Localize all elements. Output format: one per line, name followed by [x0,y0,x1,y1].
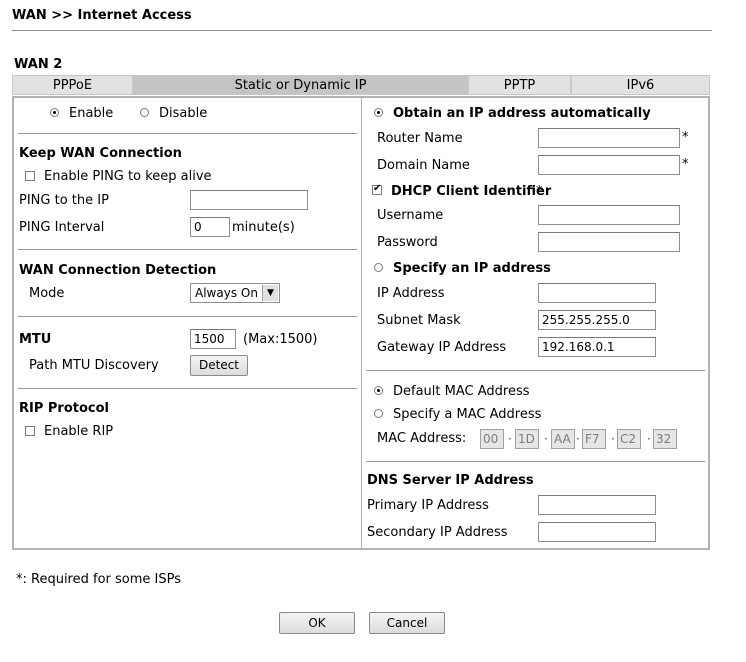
specify-ip-radio[interactable] [374,263,383,272]
secondary-dns-input[interactable] [538,522,656,542]
section-divider [18,249,357,250]
dhcp-client-label: DHCP Client Identifier [391,184,552,199]
subnet-mask-label: Subnet Mask [377,313,461,328]
default-mac-radio[interactable] [374,386,383,395]
subnet-mask-input[interactable]: 255.255.255.0 [538,310,656,330]
wan-label: WAN 2 [14,57,63,72]
enable-rip-label: Enable RIP [44,424,114,439]
mac-octet-input[interactable]: 32 [653,429,677,449]
enable-rip-checkbox[interactable] [25,426,35,436]
mtu-heading: MTU [19,332,52,347]
specify-ip-label: Specify an IP address [393,261,551,276]
enable-ping-checkbox[interactable] [25,171,35,181]
chevron-down-icon[interactable]: ▼ [262,285,278,301]
section-divider [366,461,705,462]
tab-ipv6[interactable]: IPv6 [571,75,710,95]
router-name-input[interactable] [538,128,680,148]
rip-heading: RIP Protocol [19,401,110,416]
router-name-label: Router Name [377,131,463,146]
required-star: * [682,157,689,172]
required-note: *: Required for some ISPs [16,572,182,587]
title-divider [12,30,712,31]
section-divider [366,370,705,371]
domain-name-label: Domain Name [377,158,470,173]
mode-label: Mode [29,286,65,301]
required-star: * [682,130,689,145]
mac-octet-input[interactable]: 1D [515,429,539,449]
tab-pppoe[interactable]: PPPoE [12,75,133,95]
specify-mac-radio[interactable] [374,409,383,418]
ip-address-label: IP Address [377,286,445,301]
dns-heading: DNS Server IP Address [367,473,534,488]
mac-separator: · [508,432,512,446]
specify-mac-label: Specify a MAC Address [393,407,542,422]
keep-wan-heading: Keep WAN Connection [19,146,182,161]
section-divider [18,316,357,317]
tab-pptp[interactable]: PPTP [468,75,571,95]
mac-separator: · [611,432,615,446]
mac-octet-input[interactable]: 00 [480,429,504,449]
password-input[interactable] [538,232,680,252]
mac-address-label: MAC Address: [377,431,467,446]
wan-detection-heading: WAN Connection Detection [19,263,217,278]
gateway-label: Gateway IP Address [377,340,507,355]
ip-address-input[interactable] [538,283,656,303]
mac-octet-input[interactable]: F7 [582,429,606,449]
mac-octet-input[interactable]: AA [551,429,575,449]
username-input[interactable] [538,205,680,225]
page-title: WAN >> Internet Access [12,8,192,23]
section-divider [18,133,357,134]
default-mac-label: Default MAC Address [393,384,530,399]
mode-select[interactable]: Always On ▼ [190,283,280,303]
mtu-input[interactable]: 1500 [190,329,236,349]
disable-label: Disable [159,106,208,121]
mac-octet-input[interactable]: C2 [617,429,641,449]
enable-label: Enable [69,106,114,121]
ping-ip-input[interactable] [190,190,308,210]
username-label: Username [377,208,444,223]
dhcp-client-checkbox[interactable] [372,182,382,196]
enable-radio[interactable] [50,108,59,117]
mac-separator: · [647,432,651,446]
section-divider [18,388,357,389]
ping-interval-label: PING Interval [19,220,105,235]
ping-ip-label: PING to the IP [19,193,109,208]
obtain-ip-label: Obtain an IP address automatically [393,106,651,121]
mtu-max-text: (Max:1500) [243,332,318,347]
password-label: Password [377,235,438,250]
tab-static-dynamic-ip[interactable]: Static or Dynamic IP [133,75,468,95]
column-divider [361,98,362,548]
mac-separator: · [576,432,580,446]
required-star: * [536,184,543,199]
disable-radio[interactable] [140,108,149,117]
secondary-dns-label: Secondary IP Address [367,525,508,540]
cancel-button[interactable]: Cancel [369,612,445,634]
primary-dns-label: Primary IP Address [367,498,489,513]
domain-name-input[interactable] [538,155,680,175]
obtain-ip-radio[interactable] [374,108,383,117]
ping-interval-unit: minute(s) [232,220,295,235]
ping-interval-input[interactable]: 0 [190,217,230,237]
path-mtu-label: Path MTU Discovery [29,358,159,373]
mode-select-value: Always On [195,286,258,300]
enable-ping-label: Enable PING to keep alive [44,169,212,184]
mac-separator: · [544,432,548,446]
detect-button[interactable]: Detect [190,355,248,376]
primary-dns-input[interactable] [538,495,656,515]
gateway-input[interactable]: 192.168.0.1 [538,337,656,357]
ok-button[interactable]: OK [279,612,355,634]
